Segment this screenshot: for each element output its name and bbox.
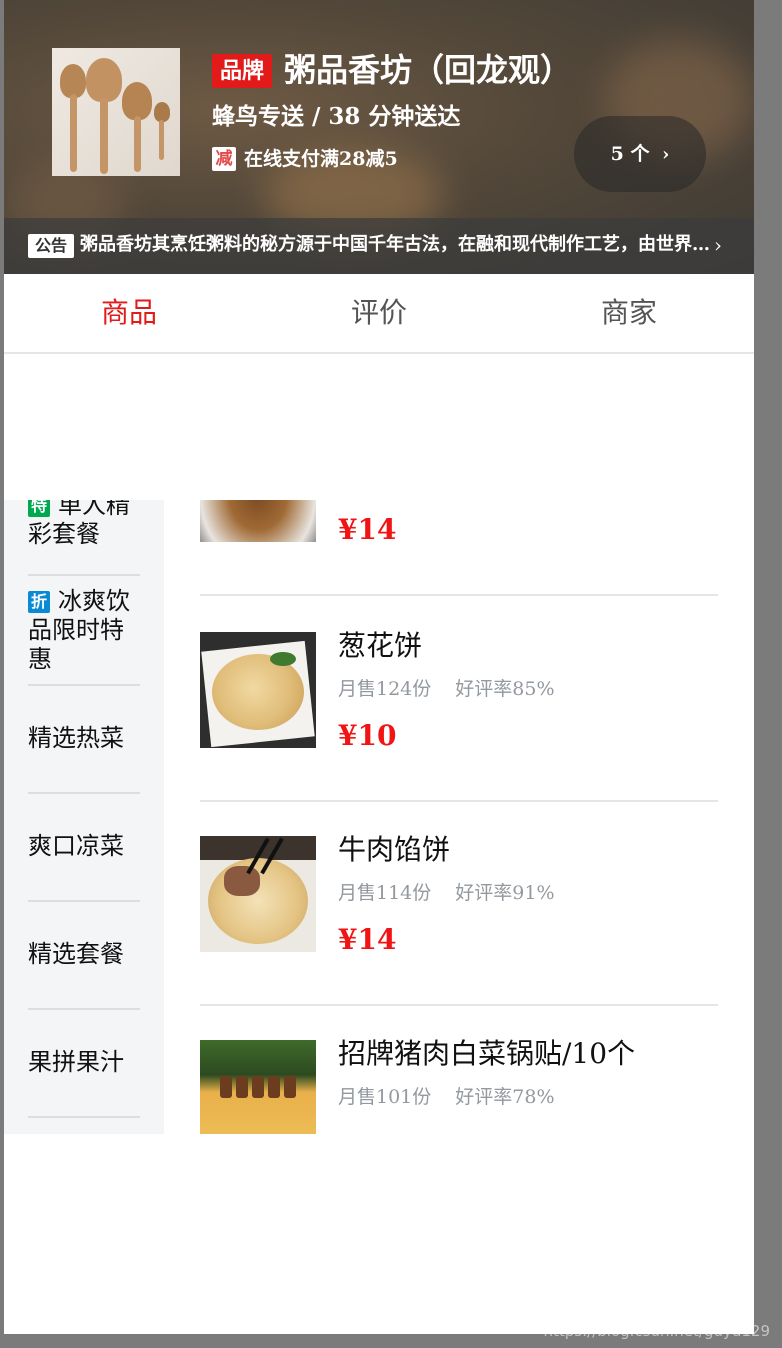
tab-goods[interactable]: 商品 xyxy=(4,274,254,352)
menu-item-label: 特单人精彩套餐 xyxy=(28,500,140,549)
food-name: 招牌猪肉白菜锅贴/10个 xyxy=(338,1037,636,1070)
food-name: 葱花饼 xyxy=(338,629,423,662)
delivery-info: 蜂鸟专送 / 38 分钟送达 xyxy=(212,103,461,130)
coupon-count-button[interactable]: 5 个 › xyxy=(574,116,706,192)
discount-tag-icon: 折 xyxy=(28,590,50,613)
food-price: ¥10 xyxy=(338,719,397,752)
chevron-right-icon: › xyxy=(714,233,722,257)
special-icon: 特 xyxy=(28,500,50,517)
menu-item[interactable]: 特单人精彩套餐 xyxy=(28,500,140,576)
notice-text: 粥品香坊其烹饪粥料的秘方源于中国千年古法，在融和现代制作工艺，由世界... xyxy=(80,234,710,255)
shop-avatar[interactable] xyxy=(52,48,180,176)
food-item[interactable]: ¥14 xyxy=(200,500,718,596)
menu-sidebar: 特单人精彩套餐 折冰爽饮品限时特惠 精选热菜 爽口凉菜 精选套餐 果拼果汁 xyxy=(4,500,164,1134)
tab-bar: 商品 评价 商家 xyxy=(4,274,754,354)
coupon-count-label: 5 个 xyxy=(610,143,650,165)
food-image xyxy=(200,632,316,748)
menu-item-label: 果拼果汁 xyxy=(28,1047,124,1076)
food-item[interactable]: 葱花饼 月售124份 好评率85% ¥10 xyxy=(200,596,718,802)
menu-item[interactable]: 折冰爽饮品限时特惠 xyxy=(28,576,140,686)
tab-seller[interactable]: 商家 xyxy=(504,274,754,352)
food-image xyxy=(200,500,316,542)
notice-badge: 公告 xyxy=(28,234,74,258)
food-meta: 月售101份 好评率78% xyxy=(338,1082,555,1112)
shop-name: 粥品香坊（回龙观） xyxy=(284,51,573,89)
menu-item-label: 折冰爽饮品限时特惠 xyxy=(28,586,130,673)
menu-item-label: 爽口凉菜 xyxy=(28,831,124,860)
food-sales: 月售114份 xyxy=(338,882,432,904)
food-meta: 月售114份 好评率91% xyxy=(338,878,555,908)
food-rating: 好评率78% xyxy=(455,1086,555,1108)
discount-text: 在线支付满28减5 xyxy=(244,148,398,170)
watermark: https://blog.csdn.net/guyu129 xyxy=(543,1322,771,1340)
food-item[interactable]: 招牌猪肉白菜锅贴/10个 月售101份 好评率78% xyxy=(200,1004,718,1134)
discount-icon: 减 xyxy=(212,147,236,171)
food-list: ¥14 葱花饼 月售124份 好评率85% ¥10 牛肉馅饼 月售114份 好评… xyxy=(200,500,718,1134)
app-screen: 品牌 粥品香坊（回龙观） 蜂鸟专送 / 38 分钟送达 减 在线支付满28减5 … xyxy=(4,0,754,1334)
brand-badge: 品牌 xyxy=(212,54,272,88)
shop-header: 品牌 粥品香坊（回龙观） 蜂鸟专送 / 38 分钟送达 减 在线支付满28减5 … xyxy=(4,0,754,274)
food-image xyxy=(200,836,316,952)
food-image xyxy=(200,1040,316,1134)
food-rating: 好评率91% xyxy=(455,882,555,904)
food-sales: 月售124份 xyxy=(338,678,432,700)
food-sales: 月售101份 xyxy=(338,1086,432,1108)
food-rating: 好评率85% xyxy=(455,678,555,700)
chevron-right-icon: › xyxy=(662,144,670,165)
food-price: ¥14 xyxy=(338,923,397,956)
notice-bar[interactable]: 公告 粥品香坊其烹饪粥料的秘方源于中国千年古法，在融和现代制作工艺，由世界...… xyxy=(4,218,754,274)
food-price: ¥14 xyxy=(338,513,397,546)
food-item[interactable]: 牛肉馅饼 月售114份 好评率91% ¥14 xyxy=(200,800,718,1006)
food-name: 牛肉馅饼 xyxy=(338,833,451,866)
menu-item[interactable]: 精选热菜 xyxy=(28,684,140,794)
food-meta: 月售124份 好评率85% xyxy=(338,674,555,704)
menu-item[interactable]: 果拼果汁 xyxy=(28,1008,140,1118)
menu-item[interactable]: 爽口凉菜 xyxy=(28,792,140,902)
menu-item[interactable]: 精选套餐 xyxy=(28,900,140,1010)
menu-item-label: 精选热菜 xyxy=(28,723,124,752)
tab-ratings[interactable]: 评价 xyxy=(254,274,504,352)
menu-item-label: 精选套餐 xyxy=(28,939,124,968)
